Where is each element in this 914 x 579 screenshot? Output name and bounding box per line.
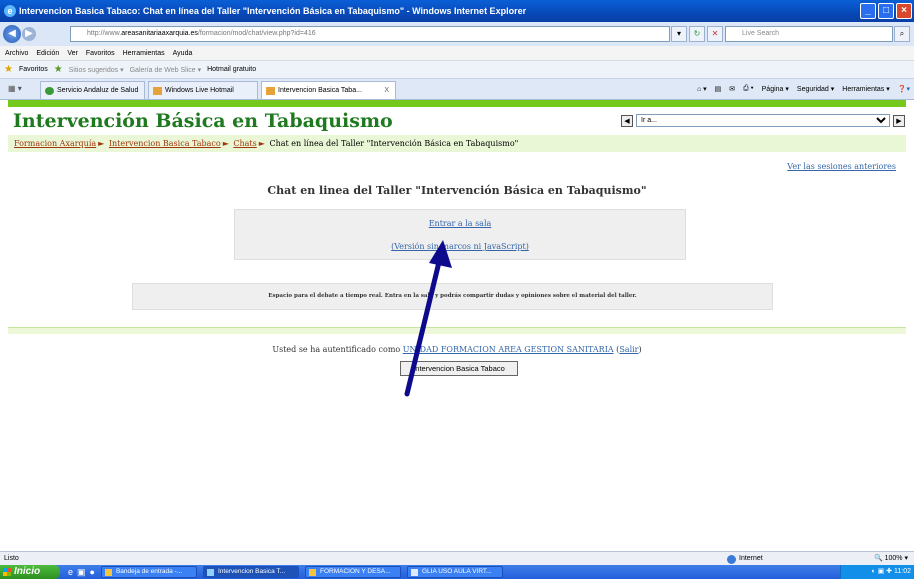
arrow-head	[429, 240, 452, 268]
globe-icon	[727, 555, 736, 564]
ie-quicklaunch-icon[interactable]: e	[68, 567, 73, 578]
menu-herramientas[interactable]: Herramientas	[123, 50, 165, 57]
desktop-quicklaunch-icon[interactable]: ▣	[77, 567, 86, 578]
quick-launch: e ▣ ●	[68, 567, 95, 578]
url-prefix: http://www.	[87, 30, 122, 37]
zoom-control[interactable]: 🔍 100% ▾	[874, 552, 908, 565]
security-zone: Internet	[727, 552, 763, 565]
tab-servicio-andaluz[interactable]: Servicio Andaluz de Salud	[40, 81, 145, 99]
menu-ver[interactable]: Ver	[67, 50, 78, 57]
page-content: Intervención Básica en Tabaquismo ◀ Ir a…	[0, 100, 914, 551]
annotation-arrow	[404, 240, 452, 397]
taskbar-item-label: Bandeja de entrada -...	[115, 568, 183, 575]
status-bar: Listo Internet 🔍 100% ▾	[0, 551, 914, 565]
back-button[interactable]: ◀	[3, 25, 21, 43]
tab-label: Intervencion Basica Taba...	[278, 87, 362, 94]
status-text: Listo	[4, 555, 19, 562]
fav-hotmail[interactable]: Hotmail gratuito	[207, 66, 256, 73]
taskbar-item-label: GLIA USO AULA VIRT...	[421, 568, 492, 575]
help-icon[interactable]: ❓▾	[898, 85, 910, 93]
outlook-icon	[104, 569, 112, 576]
tools-menu[interactable]: Herramientas ▾	[842, 85, 889, 93]
menu-bar: Archivo Edición Ver Favoritos Herramient…	[0, 46, 914, 61]
tray-icons[interactable]: ◐ ▣ ✚	[871, 568, 894, 575]
favorites-button[interactable]: Favoritos	[19, 66, 48, 73]
close-button[interactable]: ×	[896, 3, 912, 19]
minimize-button[interactable]: _	[860, 3, 876, 19]
address-actions: ▾ ↻ ✕	[671, 26, 723, 42]
mail-icon[interactable]: ✉	[729, 85, 735, 93]
maximize-button[interactable]: □	[878, 3, 894, 19]
taskbar-item-label: Intervencion Basica T...	[217, 568, 286, 575]
tab-hotmail[interactable]: Windows Live Hotmail	[148, 81, 258, 99]
tab-label: Servicio Andaluz de Salud	[57, 87, 139, 94]
taskbar-item-folder[interactable]: FORMACION Y DESA...	[304, 566, 401, 578]
print-icon[interactable]: ⎙ ▾	[743, 85, 754, 93]
hotmail-icon	[153, 87, 162, 95]
dropdown-icon[interactable]: ▾	[671, 26, 687, 42]
address-row: ◀ ▶ http://www.areasanitariaaxarquia.es/…	[0, 22, 914, 46]
feeds-icon[interactable]: ▤	[715, 85, 722, 93]
arrow-shaft	[404, 255, 443, 397]
search-icon[interactable]: ⌕	[894, 26, 910, 42]
security-menu[interactable]: Seguridad ▾	[797, 85, 834, 93]
taskbar-item-label: FORMACION Y DESA...	[319, 568, 391, 575]
quick-tabs-icon[interactable]: ▦ ▾	[8, 84, 22, 93]
address-bar[interactable]: http://www.areasanitariaaxarquia.es/form…	[70, 26, 670, 42]
media-quicklaunch-icon[interactable]: ●	[90, 567, 95, 578]
forward-button[interactable]: ▶	[22, 27, 36, 41]
favorites-bar: ★ Favoritos ★ Sitios sugeridos ▾ Galería…	[0, 61, 914, 79]
search-input[interactable]: Live Search	[725, 26, 893, 42]
start-button[interactable]: Inicio	[0, 565, 60, 579]
url-path: /formacion/mod/chat/view.php?id=416	[197, 30, 316, 37]
moodle-icon	[266, 87, 275, 95]
fav-galeria[interactable]: Galería de Web Slice ▾	[130, 66, 201, 74]
add-favorite-icon[interactable]: ★	[54, 64, 63, 75]
system-tray: ◐ ▣ ✚ 11:02	[840, 565, 914, 579]
window-controls: _ □ ×	[860, 3, 912, 19]
taskbar-item-outlook[interactable]: Bandeja de entrada -...	[100, 566, 197, 578]
page-icon	[45, 87, 54, 95]
close-tab-icon[interactable]: X	[384, 82, 389, 99]
menu-archivo[interactable]: Archivo	[5, 50, 28, 57]
command-bar: ⌂ ▾ ▤ ✉ ⎙ ▾ Página ▾ Seguridad ▾ Herrami…	[697, 82, 910, 96]
ie-icon: e	[4, 5, 16, 17]
menu-edicion[interactable]: Edición	[36, 50, 59, 57]
page-menu[interactable]: Página ▾	[762, 85, 789, 93]
windows-flag-icon	[3, 568, 11, 576]
tab-intervencion[interactable]: Intervencion Basica Taba... X	[261, 81, 396, 99]
clock: 11:02	[894, 568, 911, 575]
fav-sitios-sugeridos[interactable]: Sitios sugeridos ▾	[69, 66, 124, 74]
start-label: Inicio	[14, 566, 41, 577]
window-titlebar: e Intervencion Basica Tabaco: Chat en lí…	[0, 0, 914, 22]
taskbar: Inicio e ▣ ● Bandeja de entrada -... Int…	[0, 565, 914, 579]
home-icon[interactable]: ⌂ ▾	[697, 85, 707, 93]
window-title: Intervencion Basica Tabaco: Chat en líne…	[19, 6, 527, 16]
menu-ayuda[interactable]: Ayuda	[173, 50, 193, 57]
tab-label: Windows Live Hotmail	[165, 87, 234, 94]
folder-icon	[308, 569, 316, 576]
refresh-icon[interactable]: ↻	[689, 26, 705, 42]
taskbar-item-word[interactable]: GLIA USO AULA VIRT...	[406, 566, 503, 578]
menu-favoritos[interactable]: Favoritos	[86, 50, 115, 57]
stop-icon[interactable]: ✕	[707, 26, 723, 42]
taskbar-item-ie[interactable]: Intervencion Basica T...	[202, 566, 299, 578]
zone-label: Internet	[739, 555, 763, 562]
ie-icon	[206, 569, 214, 576]
favorites-star-icon: ★	[4, 64, 13, 75]
word-icon	[410, 569, 418, 576]
zoom-level: 100%	[884, 555, 903, 562]
url-domain: areasanitariaaxarquia.es	[121, 30, 198, 37]
